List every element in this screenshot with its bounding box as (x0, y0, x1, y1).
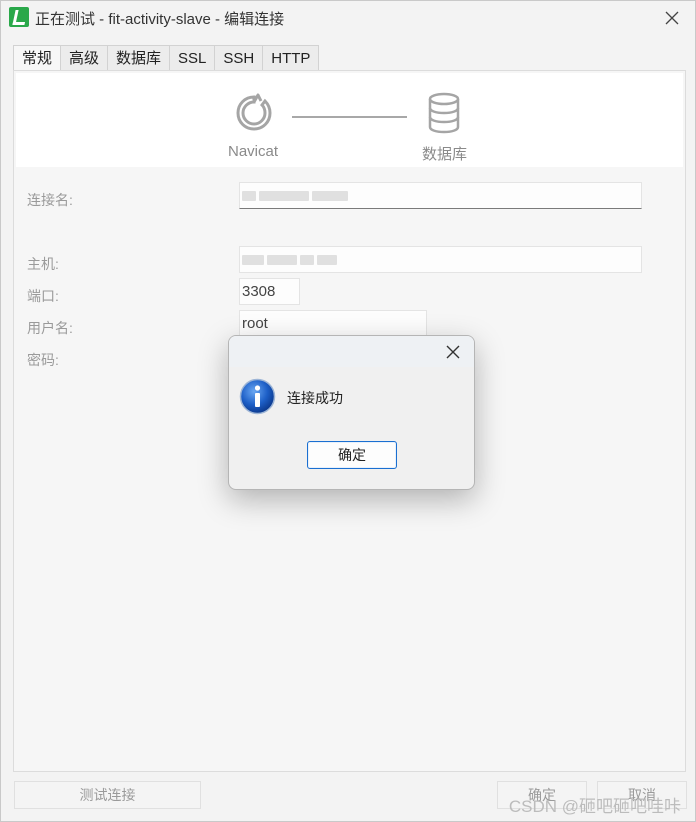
window-close-button[interactable] (661, 7, 683, 29)
connection-banner: Navicat 数据库 (16, 73, 683, 167)
navicat-label: Navicat (228, 143, 279, 160)
port-label: 端口: (27, 288, 59, 304)
test-connection-button[interactable]: 测试连接 (14, 781, 201, 809)
dialog-title-bar (229, 336, 474, 367)
redacted-text (300, 255, 314, 266)
dialog-close-button[interactable] (444, 343, 462, 361)
tab-http[interactable]: HTTP (262, 45, 320, 71)
redacted-text (242, 191, 256, 202)
tab-ssh[interactable]: SSH (214, 45, 264, 71)
redacted-text (312, 191, 348, 202)
redacted-text (259, 191, 309, 202)
window-title: 正在测试 - fit-activity-slave - 编辑连接 (35, 11, 285, 28)
host-label: 主机: (27, 256, 59, 272)
dialog-message: 连接成功 (287, 390, 343, 406)
redacted-text (267, 255, 297, 266)
edit-connection-window: 正在测试 - fit-activity-slave - 编辑连接 常规 高级 数… (0, 0, 696, 822)
tab-ssl[interactable]: SSL (169, 45, 216, 71)
username-label: 用户名: (27, 320, 73, 336)
connector-line (292, 116, 407, 118)
watermark: CSDN @砸吧砸吧哇咔 (508, 797, 681, 816)
host-input[interactable] (239, 246, 642, 273)
password-label: 密码: (27, 352, 59, 368)
tab-databases[interactable]: 数据库 (107, 45, 171, 71)
navicat-logo-icon (9, 7, 29, 27)
database-label: 数据库 (422, 146, 468, 163)
info-icon (239, 378, 276, 415)
connection-name-label: 连接名: (27, 192, 73, 208)
dialog-ok-button[interactable]: 确定 (307, 441, 397, 469)
tab-advanced[interactable]: 高级 (60, 45, 109, 71)
connection-success-dialog: 连接成功 确定 (228, 335, 475, 490)
redacted-text (317, 255, 337, 266)
tab-strip: 常规 高级 数据库 SSL SSH HTTP (13, 45, 320, 72)
close-icon (446, 345, 460, 359)
port-input[interactable]: 3308 (239, 278, 300, 305)
redacted-text (242, 255, 264, 266)
close-icon (665, 11, 679, 25)
database-icon (428, 92, 460, 134)
navicat-dolphin-icon (236, 93, 272, 131)
connection-name-input[interactable] (239, 182, 642, 209)
tab-general[interactable]: 常规 (13, 45, 62, 72)
username-input[interactable]: root (239, 310, 427, 337)
title-bar: 正在测试 - fit-activity-slave - 编辑连接 (1, 1, 695, 35)
